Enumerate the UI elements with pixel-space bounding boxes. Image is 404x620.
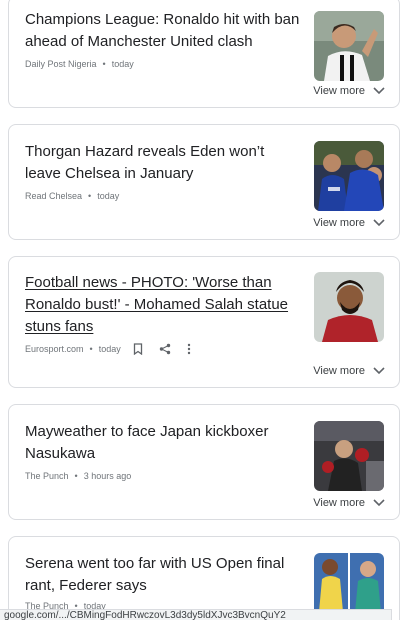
article-source: Daily Post Nigeria (25, 59, 97, 69)
share-icon (159, 343, 170, 355)
chelsea-players-photo-image (314, 141, 384, 211)
view-more-label: View more (313, 217, 365, 229)
article-title[interactable]: Football news - PHOTO: 'Worse than Ronal… (25, 272, 301, 338)
chevron-down-icon (373, 219, 385, 227)
article-thumbnail[interactable] (314, 421, 384, 491)
article-thumbnail[interactable] (314, 141, 384, 211)
article-title[interactable]: Mayweather to face Japan kickboxer Nasuk… (25, 421, 301, 465)
meta-separator: • (89, 344, 93, 354)
article-title[interactable]: Champions League: Ronaldo hit with ban a… (25, 9, 301, 53)
meta-separator: • (102, 59, 106, 69)
share-button[interactable] (159, 343, 171, 355)
article-time: 3 hours ago (83, 471, 132, 481)
news-card[interactable]: Champions League: Ronaldo hit with ban a… (8, 0, 400, 108)
article-meta: Daily Post Nigeria • today (25, 59, 134, 69)
news-card[interactable]: Mayweather to face Japan kickboxer Nasuk… (8, 404, 400, 520)
chevron-down-icon (373, 367, 385, 375)
bookmark-icon (133, 343, 142, 355)
news-card[interactable]: Serena went too far with US Open final r… (8, 536, 400, 620)
more-options-button[interactable] (187, 343, 191, 355)
meta-separator: • (88, 191, 92, 201)
view-more-button[interactable]: View more (313, 497, 385, 509)
view-more-button[interactable]: View more (313, 365, 385, 377)
view-more-button[interactable]: View more (313, 85, 385, 97)
article-thumbnail[interactable] (314, 11, 384, 81)
article-time: today (111, 59, 134, 69)
article-meta: Read Chelsea • today (25, 191, 119, 201)
article-source: Eurosport.com (25, 344, 84, 354)
view-more-label: View more (313, 85, 365, 97)
view-more-label: View more (313, 365, 365, 377)
article-time: today (98, 344, 121, 354)
chevron-down-icon (373, 87, 385, 95)
article-meta: Eurosport.com • today (25, 343, 191, 355)
boxing-photo-image (314, 421, 384, 491)
article-thumbnail[interactable] (314, 272, 384, 342)
article-title[interactable]: Thorgan Hazard reveals Eden won’t leave … (25, 141, 301, 185)
article-source: Read Chelsea (25, 191, 83, 201)
view-more-label: View more (313, 497, 365, 509)
news-card[interactable]: Football news - PHOTO: 'Worse than Ronal… (8, 256, 400, 388)
status-url-bar: google.com/.../CBMingFodHRwczovL3d3dy5ld… (0, 609, 392, 620)
view-more-button[interactable]: View more (313, 217, 385, 229)
chevron-down-icon (373, 499, 385, 507)
status-url-text: google.com/.../CBMingFodHRwczovL3d3dy5ld… (4, 610, 286, 620)
more-vert-icon (187, 343, 190, 355)
ronaldo-photo-image (314, 11, 384, 81)
article-source: The Punch (25, 471, 69, 481)
article-title[interactable]: Serena went too far with US Open final r… (25, 553, 301, 597)
bookmark-button[interactable] (133, 343, 143, 355)
salah-photo-image (314, 272, 384, 342)
meta-separator: • (74, 471, 78, 481)
article-meta: The Punch • 3 hours ago (25, 471, 131, 481)
article-time: today (97, 191, 120, 201)
news-card[interactable]: Thorgan Hazard reveals Eden won’t leave … (8, 124, 400, 240)
